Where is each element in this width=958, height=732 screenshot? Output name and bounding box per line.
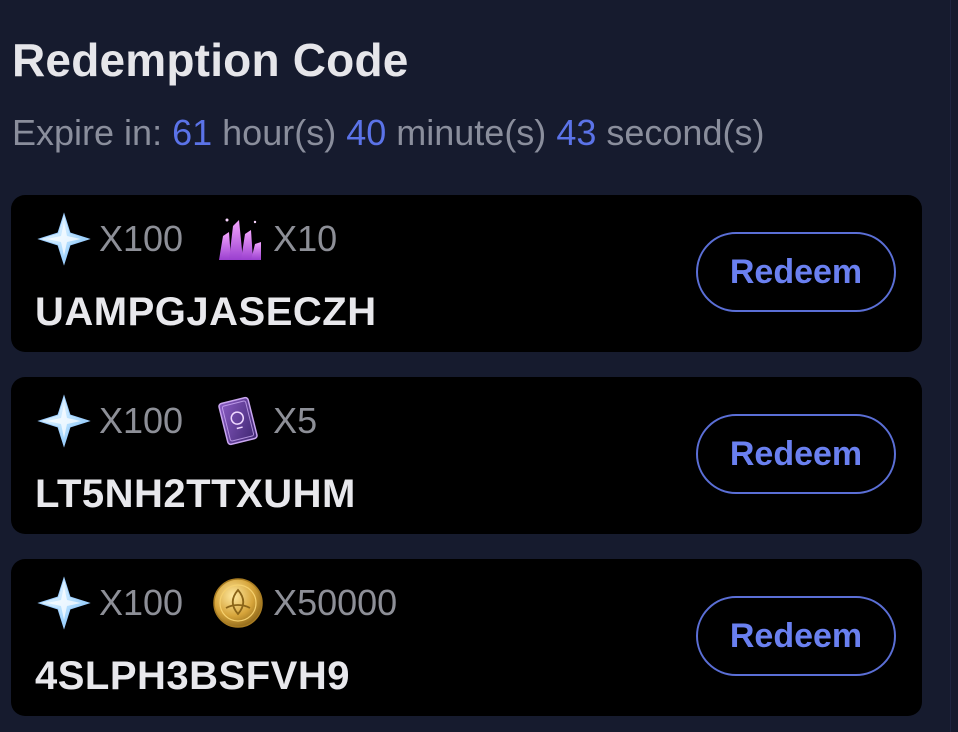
reward-list: X100 X50000 [37,576,425,630]
redeem-button[interactable]: Redeem [696,414,896,494]
reward-item: X100 [37,212,183,266]
book-icon [218,396,258,446]
expire-seconds: 43 [556,112,597,153]
reward-item: X100 [37,394,183,448]
redemption-code: UAMPGJASECZH [35,290,377,334]
expire-hours: 61 [172,112,213,153]
reward-item: X50000 [211,576,397,630]
reward-quantity: X5 [273,400,318,441]
redeem-button[interactable]: Redeem [696,232,896,312]
expire-hours-unit: hour(s) [222,112,337,153]
reward-quantity: X100 [99,400,184,441]
code-card: X100 X50000 4SLPH3BSFVH9 Redeem [11,559,922,716]
reward-quantity: X100 [99,218,184,259]
expire-countdown: Expire in: 61 hour(s) 40 minute(s) 43 se… [12,110,764,156]
gold-coin-icon [213,578,263,628]
redemption-code: 4SLPH3BSFVH9 [35,654,350,698]
expire-minutes: 40 [346,112,387,153]
reward-list: X100 X10 [37,212,365,266]
redemption-panel: Redemption Code Expire in: 61 hour(s) 40… [0,0,951,732]
primogem-icon [37,576,91,630]
reward-quantity: X10 [273,218,338,259]
expire-label: Expire in: [12,112,163,153]
reward-item: X100 [37,576,183,630]
expire-seconds-unit: second(s) [606,112,765,153]
code-card: X100 X10 UAMPGJASECZH Redeem [11,195,922,352]
reward-quantity: X100 [99,582,184,623]
reward-item: X10 [211,212,337,266]
primogem-icon [37,212,91,266]
primogem-icon [37,394,91,448]
crystal-cluster-icon [219,218,262,260]
reward-list: X100 X5 [37,394,345,448]
code-card: X100 X5 LT5NH2TTXUHM Redeem [11,377,922,534]
page-title: Redemption Code [12,34,409,86]
reward-item: X5 [211,394,317,448]
reward-quantity: X50000 [273,582,398,623]
redeem-button[interactable]: Redeem [696,596,896,676]
redemption-code: LT5NH2TTXUHM [35,472,356,516]
expire-minutes-unit: minute(s) [396,112,547,153]
